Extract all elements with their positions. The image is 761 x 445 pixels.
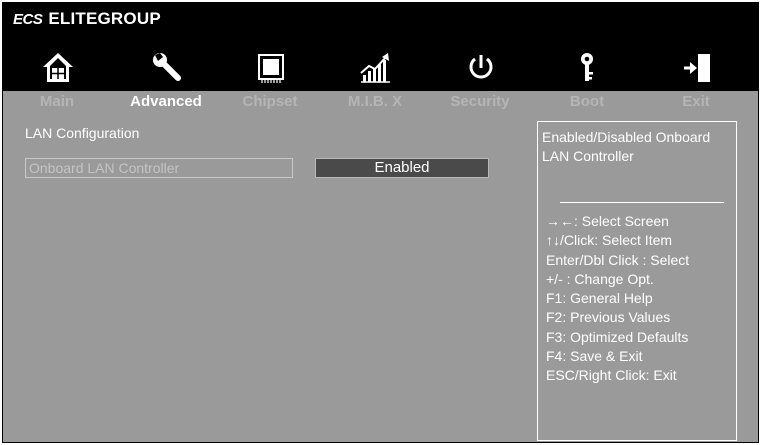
ecs-logo: ECS [13,10,43,28]
key-hint: F1: General Help [546,290,653,307]
key-legend: →←: Select Screen ↑↓/Click: Select Item … [546,212,736,386]
help-panel: Enabled/Disabled Onboard LAN Controller … [537,121,737,441]
key-hint: Enter/Dbl Click : Select [546,251,690,268]
key-icon[interactable] [569,51,605,85]
tab-boot[interactable]: Boot [570,91,604,113]
bios-window: ECS ELITEGROUP Main Advanced Chipset M.I… [2,2,759,443]
key-hint: ESC/Right Click: Exit [546,367,677,384]
key-hint: F2: Previous Values [546,309,671,326]
tab-main[interactable]: Main [40,91,74,113]
tab-mib-x[interactable]: M.I.B. X [348,91,402,113]
onboard-lan-controller-label[interactable]: Onboard LAN Controller [25,158,293,178]
key-hint: +/- : Change Opt. [546,270,654,287]
tab-exit[interactable]: Exit [682,91,710,113]
help-description: Enabled/Disabled Onboard LAN Controller [542,129,711,164]
nav-icon-bar [3,51,758,87]
onboard-lan-controller-value[interactable]: Enabled [315,158,489,178]
home-icon[interactable] [40,51,76,85]
wrench-icon[interactable] [150,51,186,85]
tab-bar: Main Advanced Chipset M.I.B. X Security … [3,91,758,113]
tab-chipset[interactable]: Chipset [242,91,297,113]
power-icon[interactable] [463,51,499,85]
key-hint: →←: Select Screen [546,213,669,229]
key-hint: F4: Save & Exit [546,348,643,365]
exit-door-icon[interactable] [678,51,714,85]
brand-name: ELITEGROUP [48,9,161,28]
section-title: LAN Configuration [25,125,140,141]
brand: ECS ELITEGROUP [13,9,161,29]
performance-chart-icon[interactable] [358,51,394,85]
chip-icon[interactable] [253,51,289,85]
tab-security[interactable]: Security [450,91,509,113]
header-bar: ECS ELITEGROUP [3,3,758,91]
help-divider [560,202,724,203]
key-hint: ↑↓/Click: Select Item [546,232,673,249]
main-content: LAN Configuration Onboard LAN Controller… [3,113,758,442]
key-hint: F3: Optimized Defaults [546,328,689,345]
tab-advanced[interactable]: Advanced [130,91,202,113]
